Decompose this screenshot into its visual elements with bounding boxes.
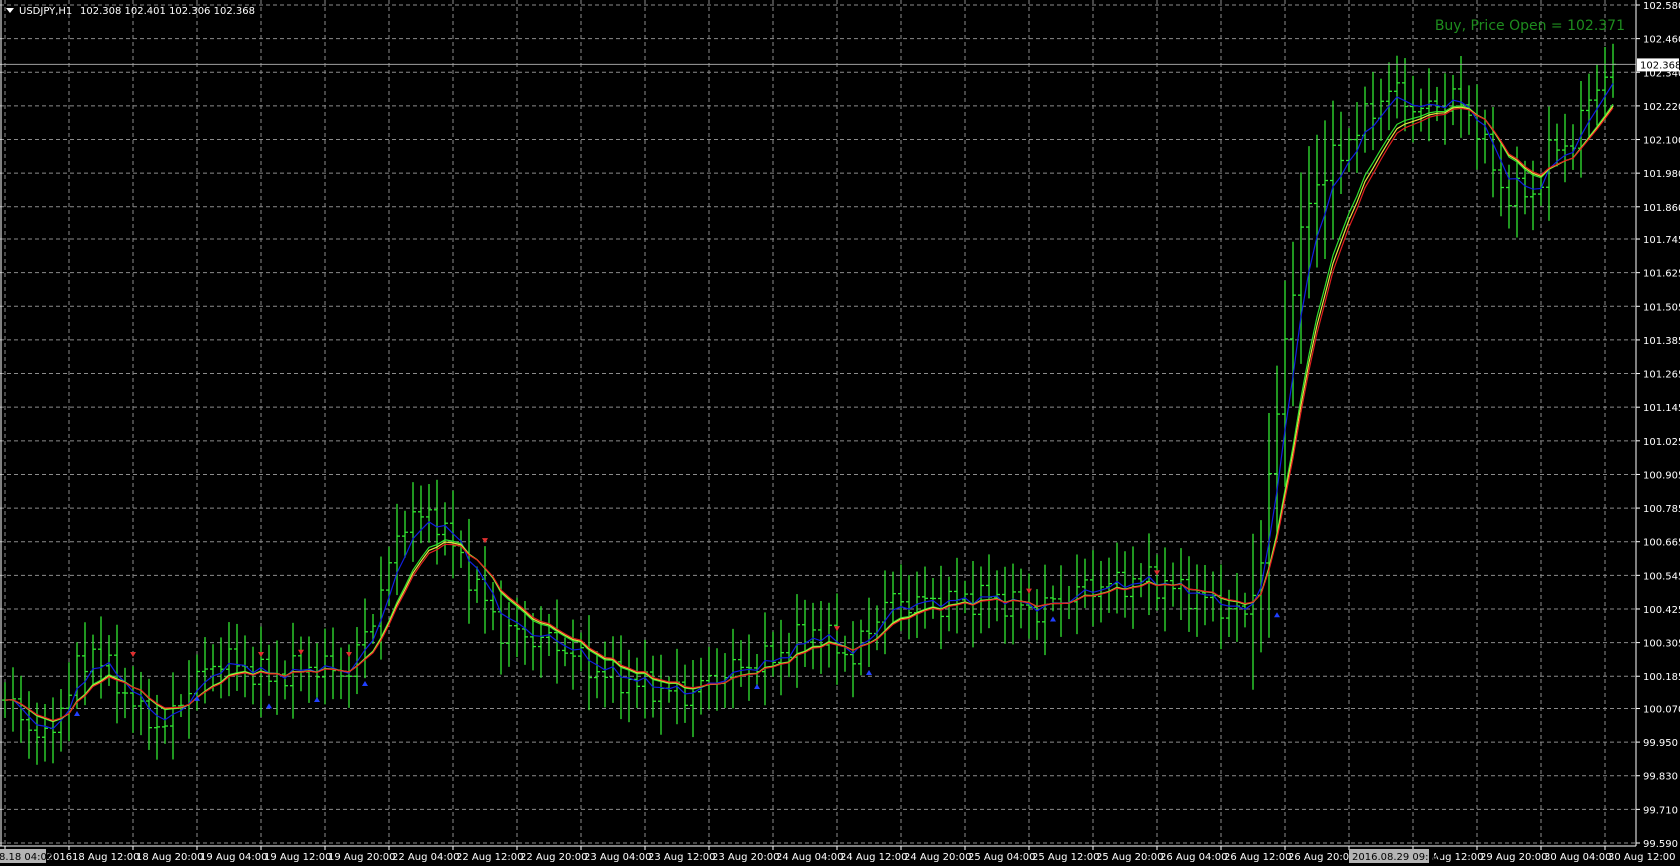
price-tick-label: 101.505 [1643,302,1680,313]
price-tick-label: 101.745 [1643,235,1680,246]
chart-background [0,0,1680,866]
time-tick-label: 25 Aug 12:00 [1032,852,1099,863]
price-tick-label: 100.305 [1643,639,1680,650]
price-tick-label: 100.425 [1643,605,1680,616]
price-tick-label: 100.665 [1643,538,1680,549]
chart-header[interactable]: USDJPY,H1 102.308 102.401 102.306 102.36… [6,6,255,17]
price-tick-label: 101.860 [1643,203,1680,214]
price-tick-label: 101.025 [1643,437,1680,448]
price-tick-label: 99.590 [1643,839,1678,850]
time-tick-label: 18 Aug 12:00 [72,852,139,863]
crosshair-time-left: 2016.08.18 04:00 [0,849,53,863]
time-tick-label: 22 Aug 12:00 [456,852,523,863]
price-tick-label: 102.580 [1643,1,1680,12]
symbol-label: USDJPY,H1 [19,6,72,17]
price-tick-label: 100.785 [1643,504,1680,515]
time-tick-label: 23 Aug 04:00 [584,852,651,863]
time-tick-label: 19 Aug 04:00 [200,852,267,863]
time-tick-label: 30 Aug 12:00 [1608,852,1675,863]
time-tick-label: 26 Aug 12:00 [1224,852,1291,863]
time-tick-label: 18 Aug 20:00 [136,852,203,863]
svg-text:2016.08.18 04:00: 2016.08.18 04:00 [0,852,53,863]
price-tick-label: 102.460 [1643,35,1680,46]
crosshair-time-mid: 2016.08.29 09:00 [1349,849,1441,863]
time-tick-label: 30 Aug 04:00 [1544,852,1611,863]
svg-text:2016.08.29 09:00: 2016.08.29 09:00 [1352,852,1441,863]
price-tick-label: 99.830 [1643,772,1678,783]
price-tick-label: 101.265 [1643,370,1680,381]
time-tick-label: 26 Aug 04:00 [1160,852,1227,863]
time-tick-label: 25 Aug 04:00 [968,852,1035,863]
time-tick-label: 23 Aug 20:00 [712,852,779,863]
price-tick-label: 101.385 [1643,336,1680,347]
price-chart[interactable]: 102.580102.460102.340102.220102.100101.9… [0,0,1680,866]
price-tick-label: 102.220 [1643,102,1680,113]
price-tick-label: 99.710 [1643,805,1678,816]
current-price-marker: 102.368 [1637,58,1680,71]
time-tick-label: 29 Aug 20:00 [1480,852,1547,863]
trade-open-label: Buy, Price Open = 102.371 [1435,18,1625,34]
price-tick-label: 101.145 [1643,403,1680,414]
time-tick-label: 24 Aug 20:00 [904,852,971,863]
price-tick-label: 102.100 [1643,136,1680,147]
ohlc-values: 102.308 102.401 102.306 102.368 [80,6,255,17]
time-tick-label: 25 Aug 20:00 [1096,852,1163,863]
current-price-label: 102.368 [1640,60,1680,71]
time-tick-label: 22 Aug 20:00 [520,852,587,863]
price-tick-label: 99.950 [1643,738,1678,749]
price-tick-label: 100.905 [1643,470,1680,481]
price-tick-label: 100.070 [1643,704,1680,715]
time-tick-label: 19 Aug 20:00 [328,852,395,863]
price-tick-label: 101.980 [1643,169,1680,180]
time-tick-label: 22 Aug 04:00 [392,852,459,863]
price-tick-label: 101.625 [1643,269,1680,280]
price-tick-label: 100.185 [1643,672,1680,683]
time-tick-label: 23 Aug 12:00 [648,852,715,863]
time-tick-label: 19 Aug 12:00 [264,852,331,863]
time-tick-label: 24 Aug 04:00 [776,852,843,863]
price-tick-label: 100.545 [1643,571,1680,582]
time-tick-label: 26 Aug 20:00 [1288,852,1355,863]
time-tick-label: 24 Aug 12:00 [840,852,907,863]
